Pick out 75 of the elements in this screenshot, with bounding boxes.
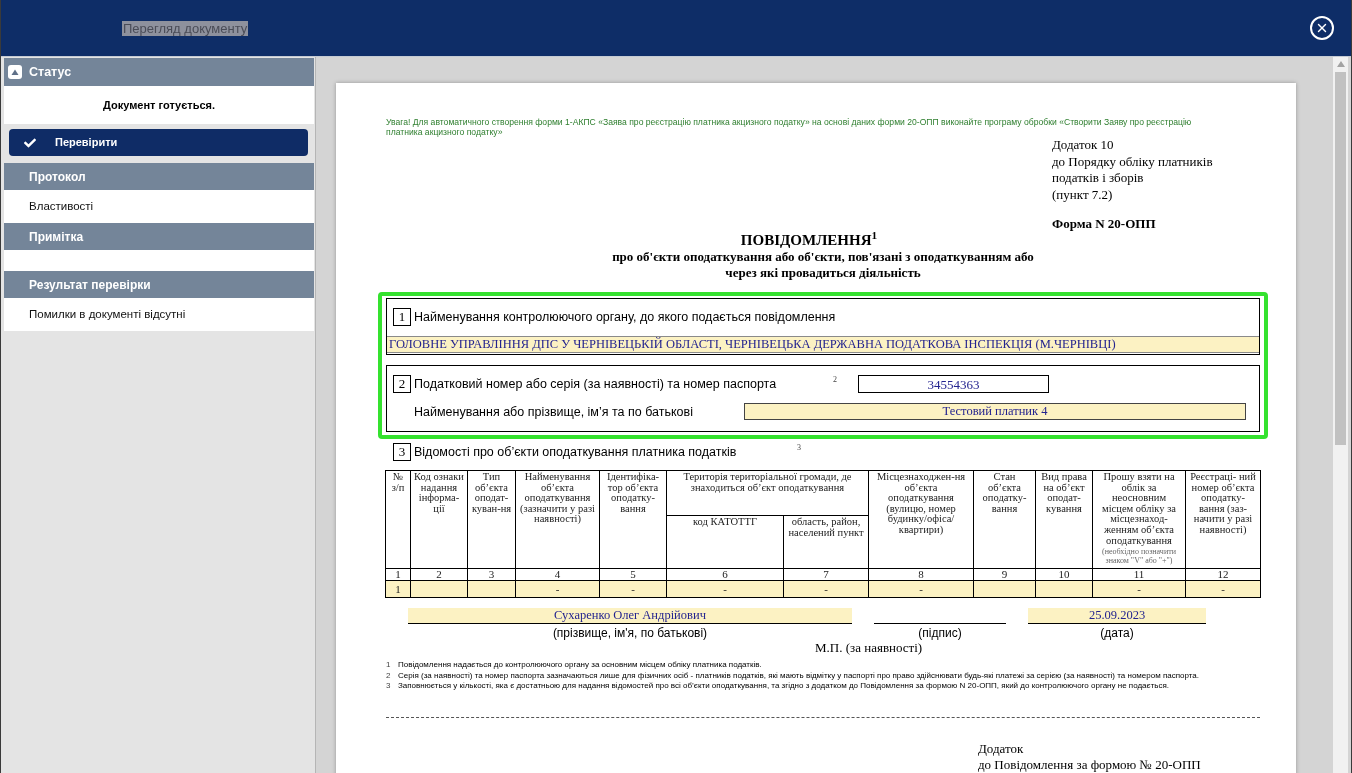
column-header: Тип об’єкта оподат-куван-ня [467,470,516,569]
column-header: № з/п [385,470,411,569]
footnote-mark: 3 [386,681,392,692]
notice-text: Увага! Для автоматичного створення форми 1-АКПС «Заява про реєстрацію платника акцизного податку» на основі даних форми 20-ОПП виконайте програму обробки «Створити Заяву про реєстрацію платника акцизного податку» [386,117,1193,137]
section-number: 1 [393,308,411,326]
column-number: 6 [666,568,784,581]
column-number: 8 [868,568,974,581]
field-caption: (підпис) [918,626,962,640]
column-number: 2 [410,568,468,581]
column-label: Прошу взяти на облік за неосновним місцем обліку за місцезнаход-женням об’єкта оподаткування [1101,472,1177,547]
close-icon [1315,21,1329,35]
column-header: Код ознаки надання інформа-ції [410,470,468,569]
close-button[interactable] [1310,16,1334,40]
column-header: Стан об’єкта оподатку-вання [973,470,1036,569]
appendix-line: до Повідомлення за формою № 20-ОПП [978,756,1201,773]
column-number: 11 [1092,568,1186,581]
status-message: Документ готується. [4,86,314,124]
date-field: 25.09.2023 [1028,608,1206,624]
form-number: Форма N 20-ОПП [1052,215,1156,232]
window-title: Перегляд документу [122,20,249,36]
section-number: 3 [393,443,411,461]
value-field: ГОЛОВНЕ УПРАВЛІННЯ ДПС У ЧЕРНІВЕЦЬКІЙ ОБЛАСТІ, ЧЕРНІВЕЦЬКА ДЕРЖАВНА ПОДАТКОВА ІНСПЕКЦІЯ (М.ЧЕРНІВЦІ) [387,336,1259,353]
column-number: 4 [515,568,600,581]
field-label: Найменування або прізвище, ім’я та по батькові [414,403,693,420]
column-number: 9 [973,568,1036,581]
column-number: 10 [1035,568,1093,581]
field-label: Податковий номер або серія (за наявності) та номер паспорта [414,376,777,392]
column-header: Місцезнаходжен-ня об’єкта оподаткування (вулицю, номер будинку/офіса/ квартири) [868,470,974,569]
tax-id-field: 34554363 [858,375,1049,393]
check-icon [23,136,37,149]
column-number: 5 [599,568,667,581]
column-number: 3 [467,568,516,581]
annex-line: (пункт 7.2) [1052,186,1113,203]
scrollbar-thumb[interactable] [1335,72,1346,445]
scrollbar-track[interactable] [1333,57,1348,773]
annex-line: до Порядку обліку платників [1052,153,1213,170]
footnote-mark: 2 [833,375,837,384]
column-header: Ідентифіка-тор об’єкта оподатку-вання [599,470,667,569]
field-caption: (прізвище, ім'я, по батькові) [552,626,708,640]
caret-up-icon[interactable] [1336,61,1345,67]
footnote-text: Заповнюється у кількості, яка є достатньою для надання відомостей про всі об’єкти оподаткування, та згідно з додатком до Повідомлення за формою N 20-ОПП, який до контролюючого органу не подається. [398,681,1170,692]
section-header: Примітка [4,223,314,250]
annex-line: Додаток 10 [1052,137,1114,154]
appendix-line: Додаток [978,740,1024,757]
section-header: Результат перевірки [4,271,314,298]
column-header: Територія територіальної громади, де знаходиться об’єкт оподаткування [666,470,869,516]
signer-name-field: Сухаренко Олег Андрійович [408,608,852,624]
column-header: Найменування об’єкта оподаткування (зазначити у разі наявності) [515,470,600,569]
footnote-mark: 3 [797,443,801,452]
column-number: 1 [385,568,411,581]
field-label: Найменування контролюючого органу, до якого подається повідомлення [414,309,836,325]
status-panel-toggle[interactable]: Статус [4,58,314,86]
section-item: Помилки в документі відсутні [4,298,314,331]
annex-line: податків і зборів [1052,170,1144,187]
check-button[interactable]: Перевірити [9,129,308,156]
field-label: Відомості про об’єкти оподаткування платника податків [414,444,737,460]
column-header: Реєстраці- ний номер об’єкта оподатку-вання (заз-начити у разі наявності) [1185,470,1261,569]
section-item: Властивості [4,190,314,223]
section-header: Протокол [4,163,314,190]
column-header: Вид права на об’єкт оподат-кування [1035,470,1093,569]
name-field: Тестовий платник 4 [744,403,1246,420]
stamp-note: М.П. (за наявності) [815,640,923,656]
section-number: 2 [393,375,411,393]
document-subtitle: про об'єкти оподаткування або об'єкти, пов'язані з оподаткуванням або через які провадиться діяльність [611,249,1035,281]
document-title: ПОВІДОМЛЕННЯ$^{1}$ [740,232,878,249]
field-caption: (дата) [1100,626,1134,640]
footnote-mark: 2 [386,670,392,681]
column-number: 12 [1185,568,1261,581]
footnote-text: Серія (за наявності) та номер паспорта зазначаються лише для фізичних осіб - платників податків, які мають відмітку у паспорті про право здійснювати будь-які платежі за серією (за наявності) та номером паспорта. [398,670,1199,681]
column-note: (необхідно позначити знаком "V" або "+") [1101,548,1177,566]
column-number: 7 [783,568,869,581]
footnote-text: Повідомлення надається до контролюючого органу за основним місцем обліку платника податків. [398,660,762,671]
column-header: код КАТОТТГ [666,515,784,569]
footnote-mark: 1 [386,660,392,671]
column-header: область, район, населений пункт [783,515,869,569]
